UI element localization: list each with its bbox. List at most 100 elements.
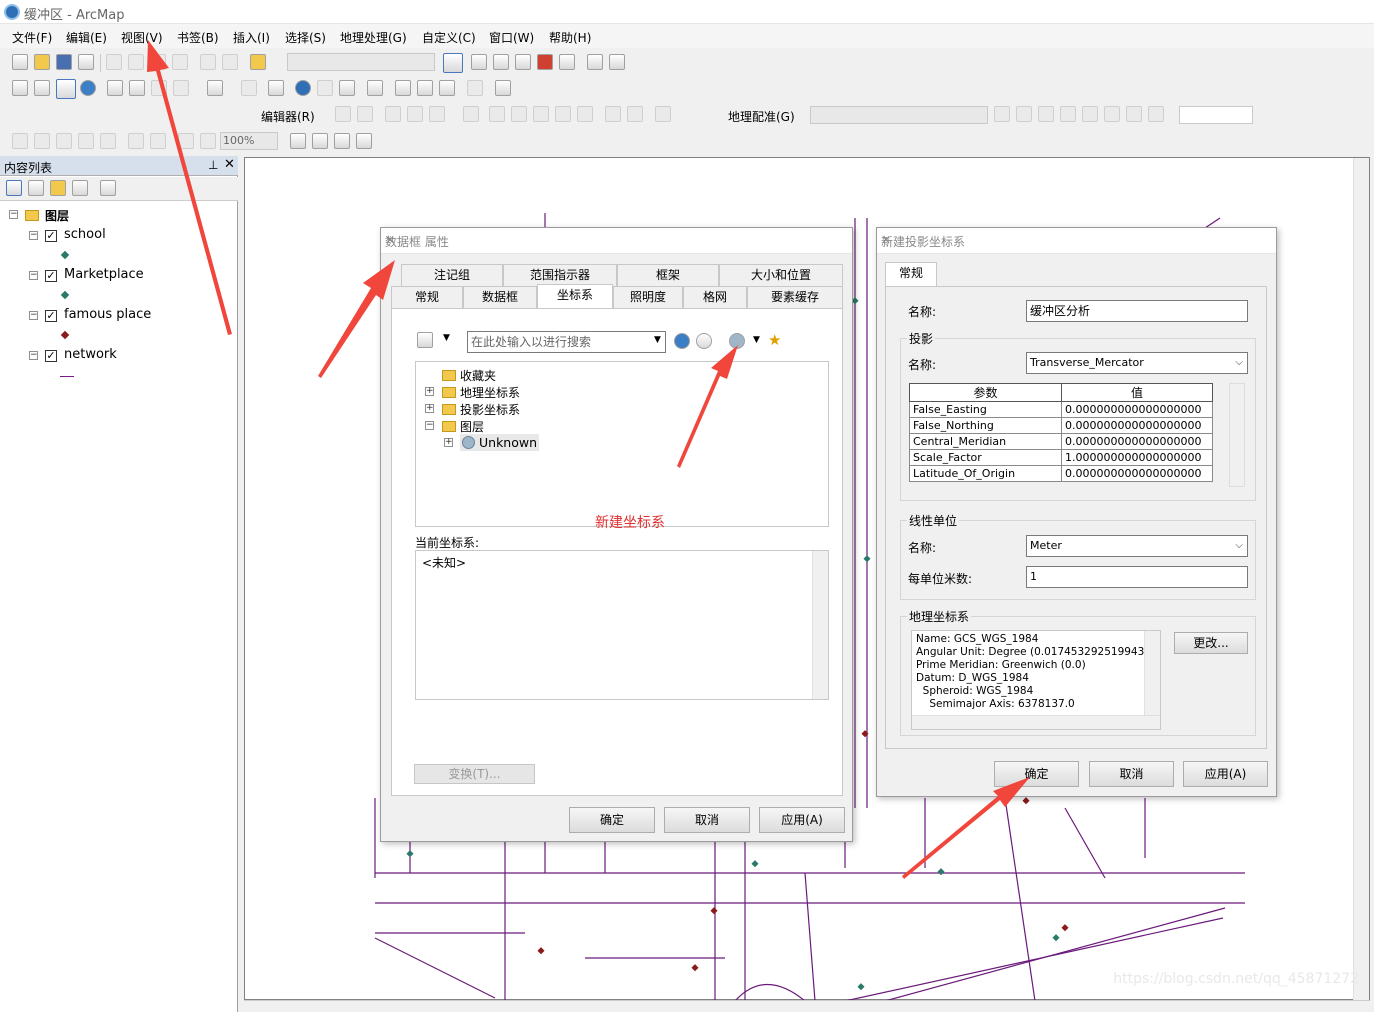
measure-icon[interactable] [367,80,383,96]
menu-insert[interactable]: 插入(I) [233,29,270,46]
zoom-100-icon[interactable] [100,133,116,149]
go-back-extent-icon[interactable] [178,133,194,149]
end-point-arc-icon[interactable] [407,106,423,122]
scale-dropdown[interactable] [287,53,435,71]
auto-registration-icon[interactable] [1082,106,1098,122]
add-control-points-icon[interactable] [1060,106,1076,122]
menu-view[interactable]: 视图(V) [121,29,163,46]
open-icon[interactable] [34,54,50,70]
layer-famous-place[interactable]: famous place [64,307,151,322]
parameters-scrollbar[interactable] [1229,383,1245,487]
add-data-icon[interactable] [250,54,266,70]
tab-general[interactable]: 常规 [391,286,463,308]
layer-visibility-checkbox[interactable]: ✓ [45,350,57,362]
tab-frame[interactable]: 框架 [617,264,719,286]
apply-button[interactable]: 应用(A) [759,807,845,833]
layout-pan-icon[interactable] [56,133,72,149]
sketch-properties-icon[interactable] [627,106,643,122]
layer-network[interactable]: network [64,347,117,362]
linear-unit-select[interactable]: Meter ⌵ [1026,535,1248,557]
save-icon[interactable] [56,54,72,70]
gcs-vertical-scrollbar[interactable] [1144,631,1160,715]
list-by-selection-icon[interactable] [72,180,88,196]
tab-data-frame[interactable]: 数据框 [463,286,537,308]
cancel-button[interactable]: 取消 [664,807,750,833]
expand-toggle[interactable]: − [29,351,38,360]
viewer-icon[interactable] [1126,106,1142,122]
menu-customize[interactable]: 自定义(C) [422,29,476,46]
layer-visibility-checkbox[interactable]: ✓ [45,230,57,242]
arctoolbox-icon[interactable] [537,54,553,70]
ok-button[interactable]: 确定 [994,761,1079,787]
straight-segment-icon[interactable] [385,106,401,122]
close-icon[interactable]: ✕ [881,233,1270,247]
focus-data-frame-icon[interactable] [312,133,328,149]
zoom-in-icon[interactable] [12,80,28,96]
layer-visibility-checkbox[interactable]: ✓ [45,310,57,322]
time-slider-icon[interactable] [467,80,483,96]
pin-icon[interactable]: ⊥ [208,158,218,172]
expand-toggle[interactable]: − [29,271,38,280]
expand-toggle[interactable]: − [29,231,38,240]
expand-toggle[interactable]: + [444,438,453,447]
editor-menu[interactable]: 编辑器(R) [261,108,315,125]
layout-zoom-in-icon[interactable] [12,133,28,149]
layout-zoom-out-icon[interactable] [34,133,50,149]
html-popup-icon[interactable] [339,80,355,96]
print-icon[interactable] [78,54,94,70]
expand-toggle[interactable]: − [29,311,38,320]
select-features-icon[interactable] [207,80,223,96]
trace-icon[interactable] [429,106,445,122]
table-row[interactable]: False_Easting 0.000000000000000000 [909,401,1213,418]
paste-icon[interactable] [150,54,166,70]
list-by-drawing-order-icon[interactable] [6,180,22,196]
toc-window-icon[interactable] [471,54,487,70]
transform-button[interactable]: 变换(T)... [414,764,535,784]
fixed-zoom-out-layout-icon[interactable] [150,133,166,149]
rotate-value-input[interactable] [1179,106,1253,124]
georeferencing-menu[interactable]: 地理配准(G) [728,108,795,125]
expand-toggle[interactable]: − [9,210,18,219]
rotate-icon[interactable] [577,106,593,122]
go-to-xy-icon[interactable] [439,80,455,96]
tree-layers[interactable]: 图层 [442,418,484,435]
point-icon[interactable] [463,106,479,122]
toc-options-icon[interactable] [100,180,116,196]
tab-feature-cache[interactable]: 要素缓存 [747,286,843,308]
name-field[interactable]: 缓冲区分析 [1026,300,1248,322]
projection-select[interactable]: Transverse_Mercator ⌵ [1026,352,1248,374]
tree-unknown[interactable]: Unknown [460,434,540,451]
new-document-icon[interactable] [12,54,28,70]
redo-icon[interactable] [222,54,238,70]
cut-icon[interactable] [106,54,122,70]
map-vertical-scrollbar[interactable] [1353,158,1369,1001]
editor-toolbar-icon[interactable] [443,53,463,73]
zoom-out-icon[interactable] [34,80,50,96]
tab-grids[interactable]: 格网 [683,286,747,308]
favorite-star-icon[interactable]: ★ [768,331,781,349]
tab-size-position[interactable]: 大小和位置 [719,264,843,286]
toolbar-options-icon[interactable] [609,54,625,70]
data-driven-pages-icon[interactable] [356,133,372,149]
pan-icon[interactable] [56,79,76,99]
table-row[interactable]: Scale_Factor 1.000000000000000000 [909,449,1213,466]
edit-tool-icon[interactable] [335,106,351,122]
change-button[interactable]: 更改... [1174,632,1248,654]
gcs-horizontal-scrollbar[interactable] [912,715,1160,729]
clear-search-icon[interactable] [696,333,712,349]
copy-icon[interactable] [128,54,144,70]
expand-toggle[interactable]: − [425,421,434,430]
tab-coordinate-system[interactable]: 坐标系 [537,284,613,308]
details-scrollbar[interactable] [812,551,828,699]
menu-bookmarks[interactable]: 书签(B) [177,29,219,46]
undo-icon[interactable] [200,54,216,70]
reshape-icon[interactable] [511,106,527,122]
shift-icon[interactable] [1016,106,1032,122]
expand-toggle[interactable]: + [425,387,434,396]
ok-button[interactable]: 确定 [569,807,655,833]
menu-selection[interactable]: 选择(S) [285,29,326,46]
menu-edit[interactable]: 编辑(E) [66,29,107,46]
layers-root[interactable]: 图层 [45,207,69,224]
view-link-table-icon[interactable] [1104,106,1120,122]
fixed-zoom-out-icon[interactable] [129,80,145,96]
